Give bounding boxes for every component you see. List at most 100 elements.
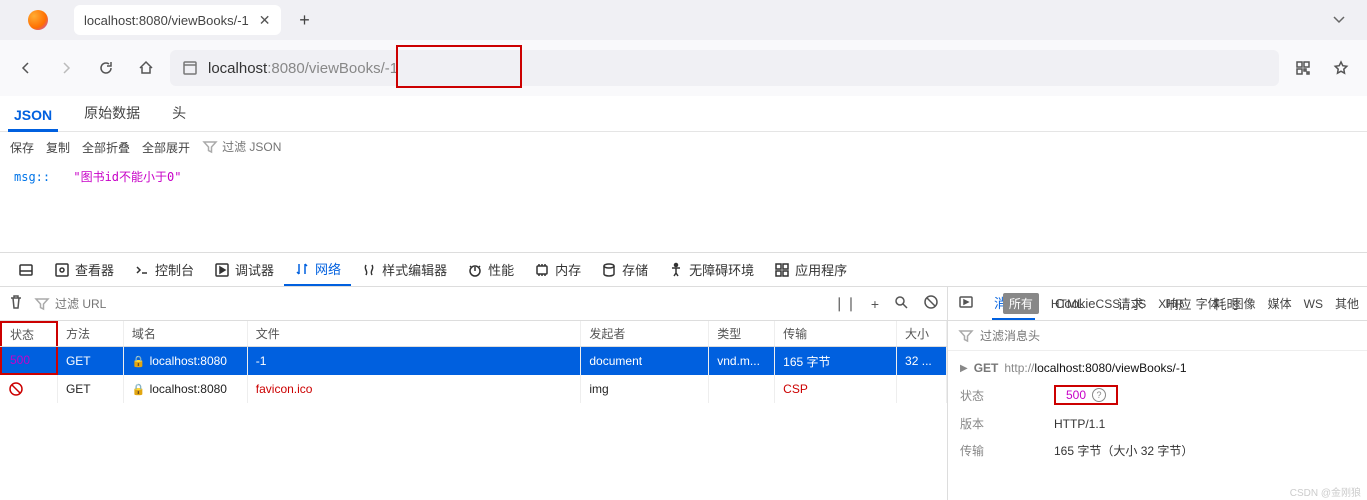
list-tabs-button[interactable] bbox=[1321, 11, 1357, 30]
filter-headers bbox=[948, 321, 1367, 351]
tab-debugger[interactable]: 调试器 bbox=[204, 253, 284, 286]
help-icon[interactable]: ? bbox=[1092, 388, 1106, 402]
bookmark-button[interactable] bbox=[1325, 52, 1357, 84]
reload-button[interactable] bbox=[90, 52, 122, 84]
table-row[interactable]: GET 🔒localhost:8080 favicon.ico img CSP bbox=[0, 375, 947, 403]
filter-ws[interactable]: WS bbox=[1304, 297, 1323, 311]
filter-icon bbox=[202, 139, 218, 155]
cell-domain: 🔒localhost:8080 bbox=[124, 375, 248, 403]
resend-button[interactable] bbox=[958, 294, 974, 313]
url-bar[interactable]: localhost:8080/viewBooks/-1 bbox=[170, 50, 1279, 86]
browser-tab[interactable]: localhost:8080/viewBooks/-1 ✕ bbox=[74, 5, 281, 35]
tab-raw-data[interactable]: 原始数据 bbox=[78, 95, 146, 131]
lock-icon: 🔒 bbox=[132, 383, 146, 396]
transferred-value: 165 字节（大小 32 字节） bbox=[1054, 442, 1193, 459]
filter-js[interactable]: JS bbox=[1132, 297, 1146, 311]
expand-all-button[interactable]: 全部展开 bbox=[142, 139, 190, 156]
a11y-icon bbox=[668, 262, 684, 278]
filter-url-input[interactable] bbox=[55, 297, 210, 311]
cell-method: GET bbox=[58, 375, 124, 403]
close-icon[interactable]: ✕ bbox=[259, 12, 271, 29]
col-status[interactable]: 状态 bbox=[0, 321, 58, 346]
filter-xhr[interactable]: XHR bbox=[1158, 297, 1183, 311]
filter-all[interactable]: 所有 bbox=[1003, 293, 1039, 314]
filter-icon bbox=[34, 296, 50, 312]
col-transferred[interactable]: 传输 bbox=[775, 321, 897, 346]
tab-a11y[interactable]: 无障碍环境 bbox=[658, 253, 764, 286]
filter-css[interactable]: CSS bbox=[1096, 297, 1121, 311]
network-icon bbox=[294, 261, 310, 277]
browser-nav-bar: localhost:8080/viewBooks/-1 bbox=[0, 40, 1367, 96]
cell-transferred: CSP bbox=[775, 375, 897, 403]
memory-icon bbox=[534, 262, 550, 278]
filter-html[interactable]: HTML bbox=[1051, 297, 1084, 311]
details-body: ▶ GET http://localhost:8080/viewBooks/-1… bbox=[948, 351, 1367, 469]
cell-initiator: img bbox=[581, 375, 709, 403]
qr-icon[interactable] bbox=[1287, 52, 1319, 84]
col-type[interactable]: 类型 bbox=[709, 321, 775, 346]
tab-memory[interactable]: 内存 bbox=[524, 253, 591, 286]
copy-button[interactable]: 复制 bbox=[46, 139, 70, 156]
collapse-all-button[interactable]: 全部折叠 bbox=[82, 139, 130, 156]
tab-style-editor[interactable]: 样式编辑器 bbox=[351, 253, 457, 286]
json-key: msg:: bbox=[14, 170, 50, 184]
cell-file: favicon.ico bbox=[248, 375, 582, 403]
cell-size: 32 ... bbox=[897, 347, 947, 375]
filter-media[interactable]: 媒体 bbox=[1268, 295, 1292, 312]
forward-button[interactable] bbox=[50, 52, 82, 84]
col-domain[interactable]: 域名 bbox=[124, 321, 248, 346]
inspector-icon bbox=[54, 262, 70, 278]
filter-img[interactable]: 图像 bbox=[1232, 295, 1256, 312]
home-button[interactable] bbox=[130, 52, 162, 84]
col-method[interactable]: 方法 bbox=[58, 321, 124, 346]
col-file[interactable]: 文件 bbox=[248, 321, 582, 346]
cell-transferred: 165 字节 bbox=[775, 347, 897, 375]
block-button[interactable] bbox=[923, 294, 939, 313]
status-value-box: 500 ? bbox=[1054, 385, 1118, 405]
table-row[interactable]: 500 GET 🔒localhost:8080 -1 document vnd.… bbox=[0, 347, 947, 375]
expand-icon[interactable]: ▶ bbox=[960, 363, 968, 374]
clear-button[interactable] bbox=[8, 294, 24, 313]
page-info-icon[interactable] bbox=[182, 60, 198, 76]
filter-headers-input[interactable] bbox=[980, 329, 1357, 343]
filter-json-input[interactable] bbox=[222, 140, 377, 154]
col-size[interactable]: 大小 bbox=[897, 321, 947, 346]
tab-json[interactable]: JSON bbox=[8, 99, 58, 131]
tab-inspector[interactable]: 查看器 bbox=[44, 253, 124, 286]
style-icon bbox=[361, 262, 377, 278]
json-body: msg:: "图书id不能小于0" bbox=[0, 162, 1367, 191]
save-button[interactable]: 保存 bbox=[10, 139, 34, 156]
cell-type bbox=[709, 375, 775, 403]
filter-font[interactable]: 字体 bbox=[1196, 295, 1220, 312]
drawer-icon bbox=[18, 262, 34, 278]
search-icon bbox=[893, 294, 909, 310]
cell-size bbox=[897, 375, 947, 403]
highlight-url-box bbox=[396, 45, 522, 88]
tab-console[interactable]: 控制台 bbox=[124, 253, 204, 286]
cell-status bbox=[0, 375, 58, 403]
performance-icon bbox=[467, 262, 483, 278]
lock-icon: 🔒 bbox=[132, 355, 146, 368]
tab-application[interactable]: 应用程序 bbox=[764, 253, 857, 286]
search-button[interactable] bbox=[893, 294, 909, 313]
tab-headers[interactable]: 头 bbox=[166, 95, 192, 131]
col-initiator[interactable]: 发起者 bbox=[581, 321, 709, 346]
filter-other[interactable]: 其他 bbox=[1335, 295, 1359, 312]
watermark: CSDN @金刚狼 bbox=[1290, 484, 1361, 499]
console-icon bbox=[134, 262, 150, 278]
tab-storage[interactable]: 存储 bbox=[591, 253, 658, 286]
new-tab-button[interactable]: + bbox=[291, 10, 319, 31]
tab-network[interactable]: 网络 bbox=[284, 253, 351, 286]
cell-initiator: document bbox=[581, 347, 709, 375]
tab-performance[interactable]: 性能 bbox=[457, 253, 524, 286]
label-status: 状态 bbox=[960, 387, 1054, 404]
request-summary[interactable]: ▶ GET http://localhost:8080/viewBooks/-1 bbox=[960, 361, 1355, 375]
version-value: HTTP/1.1 bbox=[1054, 417, 1105, 431]
json-toolbar: 保存 复制 全部折叠 全部展开 bbox=[0, 132, 1367, 162]
browser-tab-bar: localhost:8080/viewBooks/-1 ✕ + bbox=[0, 0, 1367, 40]
add-button[interactable]: + bbox=[871, 296, 879, 312]
tab-title: localhost:8080/viewBooks/-1 bbox=[84, 13, 249, 28]
devtools-drawer-button[interactable] bbox=[8, 253, 44, 286]
pause-button[interactable]: ❘❘ bbox=[833, 295, 856, 312]
back-button[interactable] bbox=[10, 52, 42, 84]
